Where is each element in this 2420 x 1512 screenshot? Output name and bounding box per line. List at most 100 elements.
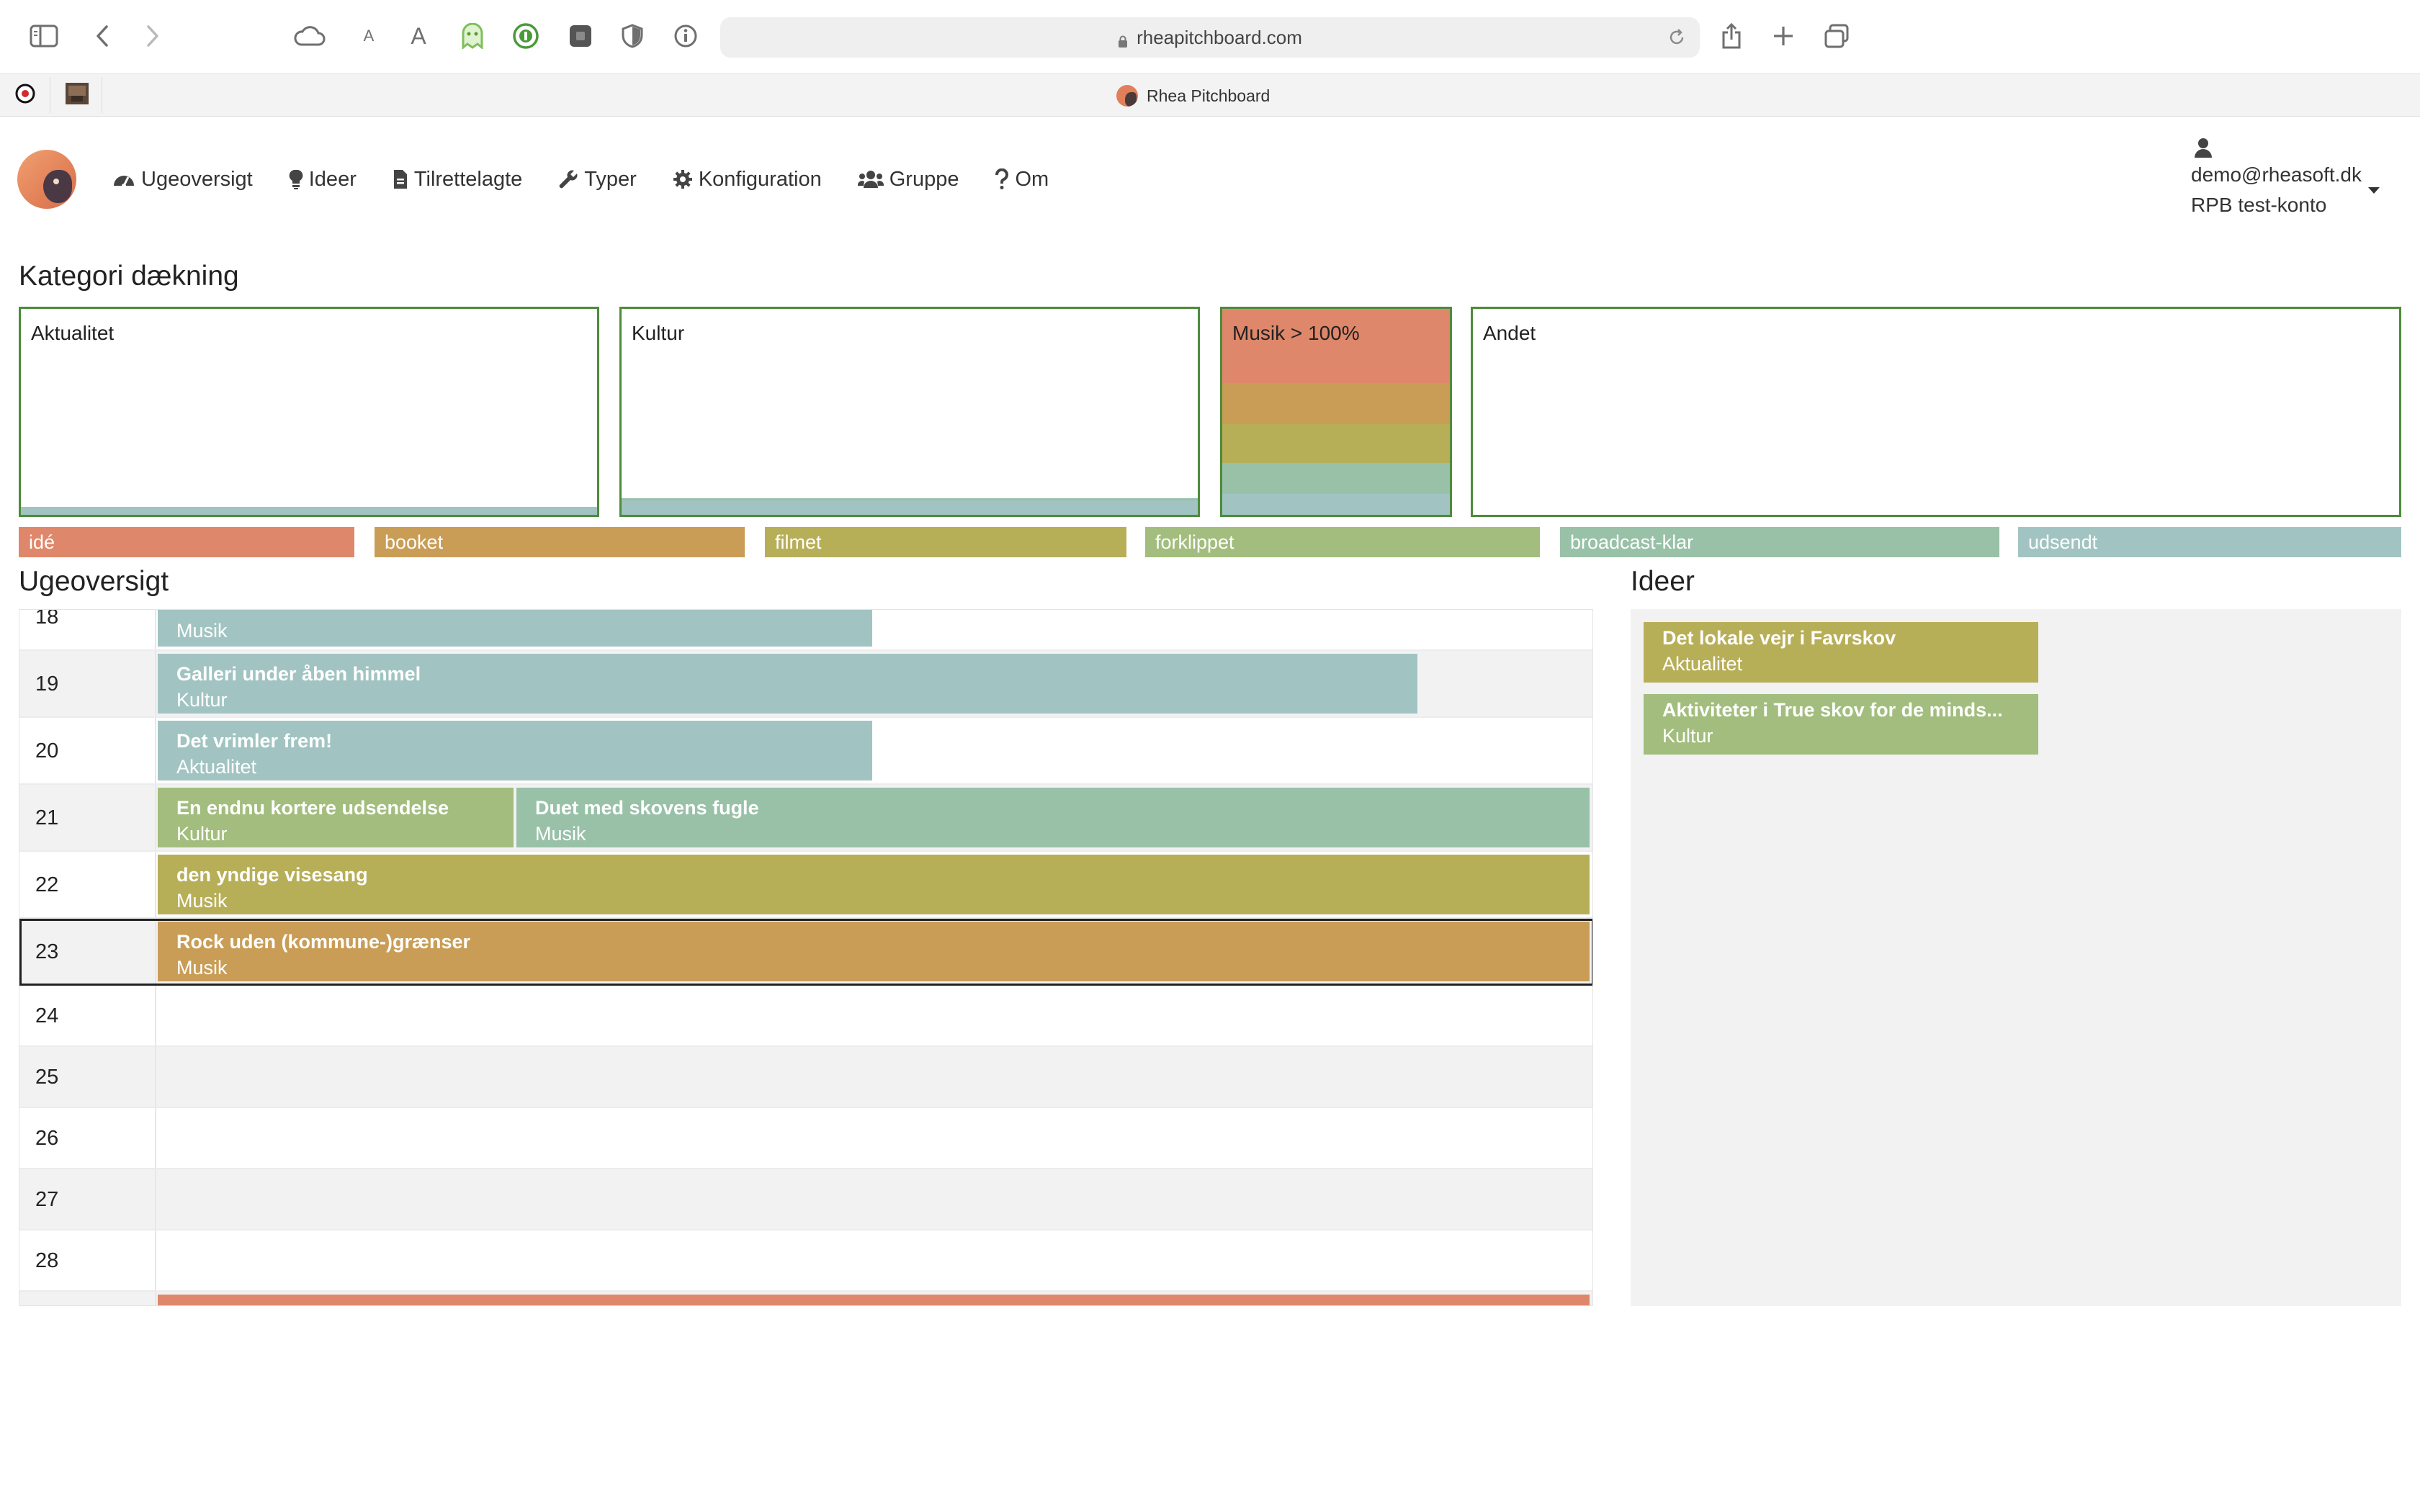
week-separator: [155, 610, 156, 649]
week-row[interactable]: 20 Det vrimler frem! Aktualitet: [19, 718, 1592, 785]
week-row[interactable]: 19 Galleri under åben himmel Kultur: [19, 651, 1592, 718]
category-box-aktualitet[interactable]: Aktualitet: [19, 307, 599, 517]
week-overview-panel: 18 Musik 19 Galleri under åben himmel Kultur…: [19, 609, 1593, 1306]
pitch-card[interactable]: Rock uden (kommune-)grænser Musik: [158, 922, 1590, 981]
back-icon[interactable]: [89, 14, 115, 58]
address-bar[interactable]: rheapitchboard.com: [720, 17, 1700, 58]
idea-card[interactable]: Det lokale vejr i Favrskov Aktualitet: [1644, 622, 2038, 683]
large-a-icon[interactable]: A: [408, 14, 429, 58]
pitch-title: Duet med skovens fugle: [535, 797, 759, 819]
forward-icon[interactable]: [140, 14, 166, 58]
week-number: 20: [35, 739, 59, 762]
legend-udsendt: udsendt: [2018, 527, 2401, 557]
coverage-segment-broadcast_klar: [1222, 463, 1450, 494]
week-row[interactable]: 21 En endnu kortere udsendelse Kultur Duet …: [19, 785, 1592, 852]
pitch-title: Rock uden (kommune-)grænser: [176, 931, 471, 953]
chevron-down-icon[interactable]: [2368, 187, 2380, 194]
share-icon[interactable]: [1717, 14, 1746, 58]
main-nav: Ugeoversigt Ideer Tilrettelagte Typer Ko…: [112, 161, 1049, 197]
rhea-favicon-icon: [1116, 85, 1138, 107]
category-box-andet[interactable]: Andet: [1471, 307, 2401, 517]
week-row[interactable]: 25: [19, 1047, 1592, 1108]
pinned-tab-target[interactable]: [0, 77, 50, 113]
nav-label: Ugeoversigt: [141, 167, 253, 191]
idea-category: Aktualitet: [1662, 653, 1743, 675]
category-fill: [21, 507, 597, 515]
tab-title: Rhea Pitchboard: [1147, 86, 1270, 105]
week-row[interactable]: 18 Musik: [19, 610, 1592, 651]
week-row[interactable]: 24: [19, 986, 1592, 1047]
legend-label: filmet: [775, 531, 822, 553]
pitch-card[interactable]: den yndige visesang Musik: [158, 855, 1590, 914]
pinned-tab-photo[interactable]: [52, 77, 102, 113]
active-tab[interactable]: Rhea Pitchboard: [1116, 74, 1270, 117]
pitch-category: Aktualitet: [176, 756, 257, 778]
url-text: rheapitchboard.com: [1137, 26, 1302, 48]
small-a-icon[interactable]: A: [360, 14, 377, 58]
week-number: 21: [35, 806, 59, 829]
nav-label: Typer: [584, 167, 637, 191]
idea-card[interactable]: Aktiviteter i True skov for de minds... K…: [1644, 694, 2038, 755]
ideas-heading: Ideer: [1631, 566, 1695, 597]
pitch-category: Musik: [176, 620, 228, 642]
reload-icon[interactable]: [1667, 27, 1687, 53]
sidebar-icon[interactable]: [26, 14, 62, 58]
week-separator: [155, 1108, 156, 1168]
rhea-logo[interactable]: [17, 150, 76, 209]
category-fill: [622, 498, 1198, 515]
lock-icon: [1118, 31, 1128, 48]
legend-label: udsendt: [2028, 531, 2098, 553]
coverage-segment-booket: [1222, 383, 1450, 424]
nav-item-konfiguration[interactable]: Konfiguration: [673, 168, 822, 192]
idea-title: Aktiviteter i True skov for de minds...: [1662, 699, 2003, 721]
nav-item-tilrettelagte[interactable]: Tilrettelagte: [393, 168, 522, 192]
tabs-overview-icon[interactable]: [1822, 14, 1851, 58]
legend-booket: booket: [375, 527, 745, 557]
pitch-card[interactable]: Koncert: [158, 1295, 1590, 1305]
week-row[interactable]: 27: [19, 1169, 1592, 1230]
week-row[interactable]: 23 Rock uden (kommune-)grænser Musik: [19, 919, 1592, 986]
week-separator: [155, 1230, 156, 1290]
password-icon[interactable]: [511, 14, 540, 58]
week-separator: [155, 1292, 156, 1305]
extension-icon[interactable]: [566, 14, 595, 58]
cloud-icon[interactable]: [291, 14, 327, 58]
shield-icon[interactable]: [618, 14, 647, 58]
logo-eye: [53, 179, 59, 184]
week-row[interactable]: 22 den yndige visesang Musik: [19, 852, 1592, 919]
user-account: RPB test-konto: [2191, 194, 2327, 216]
nav-item-om[interactable]: Om: [995, 168, 1049, 192]
new-tab-icon[interactable]: [1769, 14, 1798, 58]
pitch-card[interactable]: En endnu kortere udsendelse Kultur: [158, 788, 514, 847]
pitch-card[interactable]: Duet med skovens fugle Musik: [516, 788, 1590, 847]
ghost-icon[interactable]: [458, 14, 487, 58]
pitch-card[interactable]: Galleri under åben himmel Kultur: [158, 654, 1417, 714]
week-row[interactable]: 28: [19, 1230, 1592, 1292]
nav-item-typer[interactable]: Typer: [558, 168, 637, 192]
week-separator: [155, 651, 156, 716]
user-menu[interactable]: demo@rheasoft.dk RPB test-konto: [2191, 137, 2407, 220]
week-separator: [155, 852, 156, 917]
category-label: Andet: [1483, 322, 1536, 344]
category-box-kultur[interactable]: Kultur: [619, 307, 1200, 517]
week-separator: [155, 1047, 156, 1107]
pitch-category: Musik: [176, 957, 228, 978]
nav-item-ugeoversigt[interactable]: Ugeoversigt: [112, 168, 253, 192]
nav-label: Gruppe: [889, 167, 959, 191]
pitch-category: Musik: [535, 823, 586, 845]
week-row[interactable]: 26: [19, 1108, 1592, 1169]
nav-item-ideer[interactable]: Ideer: [289, 168, 357, 192]
nav-item-gruppe[interactable]: Gruppe: [857, 167, 959, 192]
pitch-title: Galleri under åben himmel: [176, 663, 421, 685]
coverage-segment-ide: [1222, 309, 1450, 383]
week-separator: [155, 785, 156, 850]
pitch-category: Musik: [176, 890, 228, 912]
week-row[interactable]: Koncert: [19, 1292, 1592, 1305]
category-label: Musik > 100%: [1232, 322, 1360, 344]
pitch-card[interactable]: Det vrimler frem! Aktualitet: [158, 721, 872, 780]
info-icon[interactable]: [671, 14, 700, 58]
pitch-card[interactable]: Musik: [158, 610, 872, 647]
category-box-musik[interactable]: Musik > 100%: [1220, 307, 1452, 517]
pitch-title: den yndige visesang: [176, 864, 368, 886]
browser-toolbar: A A rheapitchboard.com: [0, 0, 2420, 73]
